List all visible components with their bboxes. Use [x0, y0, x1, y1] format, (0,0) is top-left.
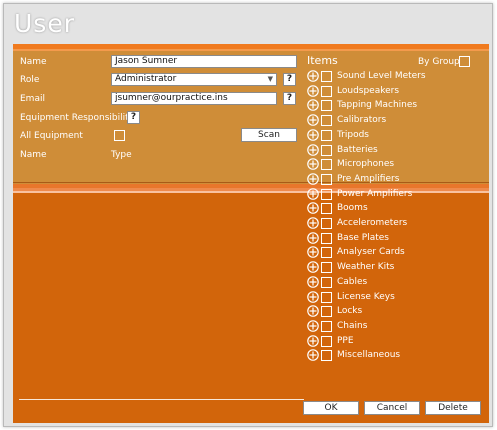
equipment-responsibility-label: Equipment Responsibility — [20, 113, 134, 123]
item-label: Tapping Machines — [337, 100, 418, 111]
expand-plus-icon[interactable] — [307, 70, 319, 82]
item-label: Booms — [337, 203, 368, 214]
expand-plus-icon[interactable] — [307, 217, 319, 229]
delete-button[interactable]: Delete — [425, 401, 481, 415]
expand-plus-icon[interactable] — [307, 246, 319, 259]
item-checkbox[interactable] — [321, 129, 332, 141]
equipment-help-button[interactable]: ? — [127, 111, 140, 124]
expand-plus-icon[interactable] — [307, 143, 319, 156]
expand-plus-icon[interactable] — [307, 231, 319, 244]
item-checkbox[interactable] — [321, 159, 332, 171]
item-label: Loudspeakers — [337, 85, 400, 96]
item-label: Base Plates — [337, 232, 389, 243]
item-label: Miscellaneous — [337, 350, 401, 361]
content-panel: Name Jason Sumner Role Administrator ▼ ?… — [13, 44, 489, 423]
name-field[interactable]: Jason Sumner — [111, 55, 297, 68]
item-label: PPE — [337, 335, 354, 346]
item-checkbox[interactable] — [321, 350, 332, 362]
item-label: Pre Amplifiers — [337, 173, 400, 184]
item-label: Power Amplifiers — [337, 188, 413, 199]
column-name-header: Name — [20, 150, 47, 160]
item-checkbox[interactable] — [321, 100, 332, 112]
item-checkbox[interactable] — [321, 262, 332, 274]
user-dialog: User Name Jason Sumner Role Administrato… — [3, 3, 493, 427]
item-label: Analyser Cards — [337, 247, 405, 258]
divider-line — [13, 182, 489, 183]
role-select-value: Administrator — [115, 74, 177, 84]
item-label: Chains — [337, 320, 368, 331]
expand-plus-icon[interactable] — [307, 158, 319, 170]
bottom-divider — [19, 399, 304, 400]
role-label: Role — [20, 75, 40, 85]
item-label: Microphones — [337, 159, 395, 170]
all-equipment-checkbox[interactable] — [114, 130, 125, 141]
item-checkbox[interactable] — [321, 291, 332, 303]
items-title: Items — [307, 54, 338, 67]
item-checkbox[interactable] — [321, 320, 332, 332]
item-label: Tripods — [337, 129, 369, 140]
item-label: License Keys — [337, 291, 395, 302]
by-group-checkbox[interactable] — [459, 56, 470, 67]
item-checkbox[interactable] — [321, 144, 332, 156]
item-label: Weather Kits — [337, 262, 395, 273]
divider-highlight — [13, 191, 489, 193]
item-checkbox[interactable] — [321, 232, 332, 244]
top-highlight — [13, 49, 489, 51]
ok-button[interactable]: OK — [303, 401, 359, 415]
expand-plus-icon[interactable] — [307, 334, 319, 347]
scan-button[interactable]: Scan — [241, 128, 297, 142]
item-checkbox[interactable] — [321, 188, 332, 200]
expand-plus-icon[interactable] — [307, 187, 319, 200]
item-checkbox[interactable] — [321, 115, 332, 127]
expand-plus-icon[interactable] — [307, 290, 319, 303]
expand-plus-icon[interactable] — [307, 202, 319, 215]
expand-plus-icon[interactable] — [307, 99, 319, 112]
item-checkbox[interactable] — [321, 203, 332, 215]
expand-plus-icon[interactable] — [307, 305, 319, 317]
by-group-label: By Group — [418, 57, 460, 67]
item-label: Calibrators — [337, 115, 387, 126]
item-checkbox[interactable] — [321, 335, 332, 347]
expand-plus-icon[interactable] — [307, 275, 319, 288]
item-label: Accelerometers — [337, 218, 408, 228]
item-checkbox[interactable] — [321, 85, 332, 97]
window-title: User — [14, 9, 75, 38]
item-checkbox[interactable] — [321, 276, 332, 288]
item-checkbox[interactable] — [321, 306, 332, 318]
expand-plus-icon[interactable] — [307, 84, 319, 97]
email-field[interactable]: jsumner@ourpractice.ins — [111, 92, 277, 105]
item-label: Cables — [337, 276, 368, 287]
role-help-button[interactable]: ? — [283, 73, 296, 86]
item-label: Batteries — [337, 144, 378, 155]
expand-plus-icon[interactable] — [307, 114, 319, 126]
expand-plus-icon[interactable] — [307, 173, 319, 185]
column-type-header: Type — [111, 150, 132, 160]
expand-plus-icon[interactable] — [307, 261, 319, 273]
chevron-down-icon: ▼ — [267, 75, 273, 83]
item-label: Sound Level Meters — [337, 71, 426, 81]
all-equipment-label: All Equipment — [20, 131, 83, 141]
item-checkbox[interactable] — [321, 173, 332, 185]
expand-plus-icon[interactable] — [307, 128, 319, 141]
name-label: Name — [20, 57, 47, 67]
cancel-button[interactable]: Cancel — [364, 401, 420, 415]
email-label: Email — [20, 94, 45, 104]
expand-plus-icon[interactable] — [307, 320, 319, 332]
item-checkbox[interactable] — [321, 71, 332, 82]
role-select[interactable]: Administrator ▼ — [111, 73, 277, 86]
email-help-button[interactable]: ? — [283, 92, 296, 105]
item-label: Locks — [337, 306, 363, 317]
item-checkbox[interactable] — [321, 247, 332, 259]
expand-plus-icon[interactable] — [307, 349, 319, 362]
item-checkbox[interactable] — [321, 218, 332, 229]
